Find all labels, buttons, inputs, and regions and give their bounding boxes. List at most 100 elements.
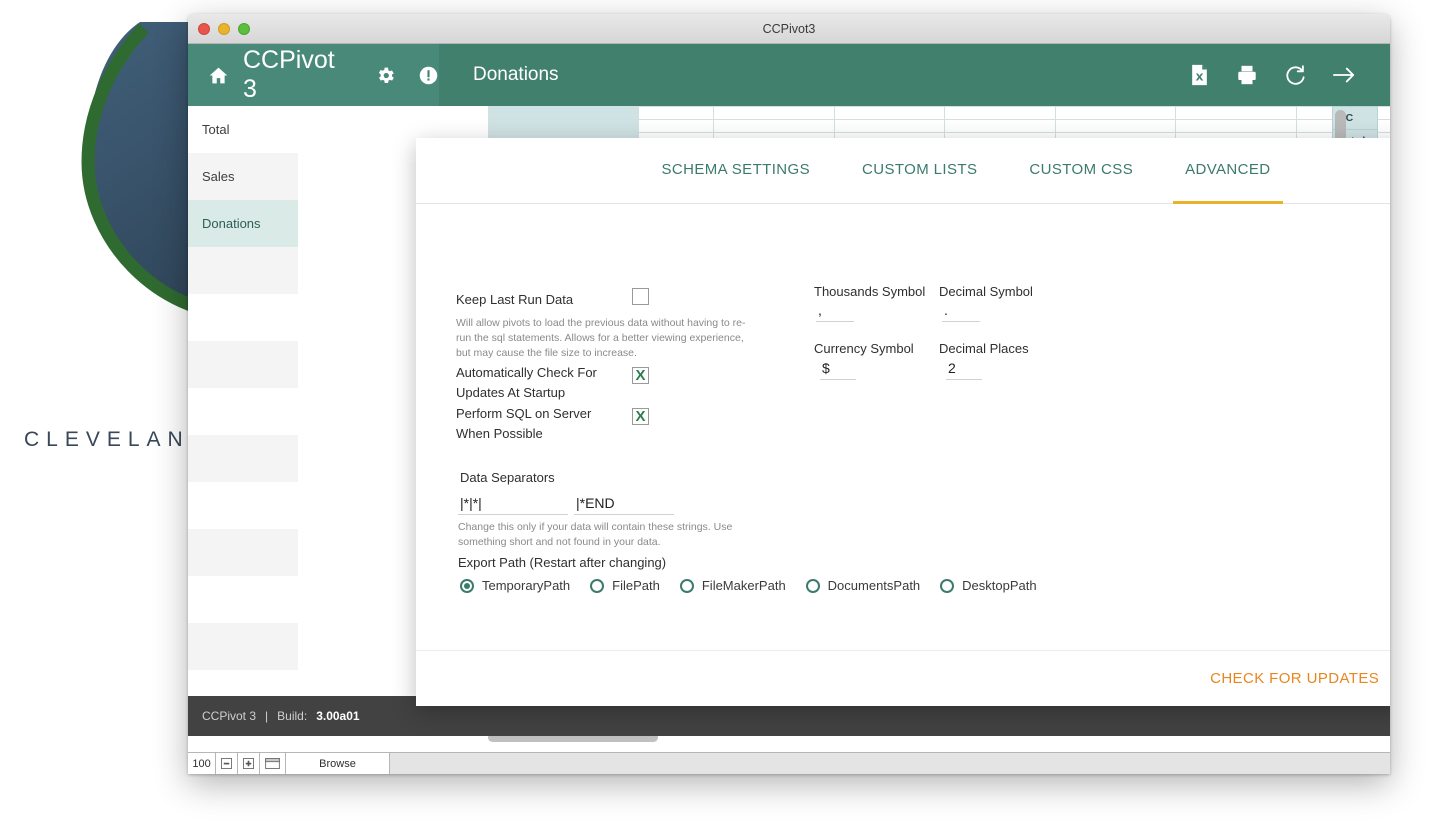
radio-label: FileMakerPath bbox=[701, 578, 786, 593]
data-separators-heading: Data Separators bbox=[460, 470, 555, 485]
gear-icon[interactable] bbox=[375, 65, 396, 86]
sidebar-item-total[interactable]: Total bbox=[188, 106, 298, 153]
export-path-heading: Export Path (Restart after changing) bbox=[458, 555, 667, 570]
layout-toggle-icon[interactable] bbox=[260, 753, 286, 774]
table-cell bbox=[713, 106, 835, 120]
tab-label: SCHEMA SETTINGS bbox=[661, 160, 810, 178]
sidebar-item-blank bbox=[188, 388, 298, 435]
radio-indicator[interactable] bbox=[460, 578, 474, 593]
data-separator-field-one[interactable] bbox=[458, 494, 568, 515]
minimize-window-button[interactable] bbox=[218, 23, 230, 35]
table-cell bbox=[713, 119, 835, 133]
sidebar-item-donations[interactable]: Donations bbox=[188, 200, 298, 247]
sidebar-item-blank bbox=[188, 529, 298, 576]
tab-schema-settings[interactable]: SCHEMA SETTINGS bbox=[635, 138, 836, 204]
table-cell bbox=[833, 119, 946, 133]
table-cell bbox=[1054, 119, 1177, 133]
filemaker-status-toolbar: 100 Browse bbox=[188, 752, 1390, 774]
keep-last-run-data-checkbox[interactable] bbox=[632, 288, 649, 305]
table-row[interactable] bbox=[488, 119, 1390, 133]
tab-advanced[interactable]: ADVANCED bbox=[1159, 138, 1296, 204]
thousands-symbol-input[interactable] bbox=[816, 301, 854, 322]
status-divider: | bbox=[265, 709, 269, 723]
table-row[interactable] bbox=[488, 106, 1390, 120]
checkbox-mark: X bbox=[635, 408, 646, 425]
tab-label: CUSTOM CSS bbox=[1029, 160, 1134, 178]
settings-tabbar: SCHEMA SETTINGS CUSTOM LISTS CUSTOM CSS … bbox=[416, 138, 1390, 204]
table-cell bbox=[637, 106, 715, 120]
data-separators-help: Change this only if your data will conta… bbox=[458, 521, 733, 549]
table-cell bbox=[1175, 119, 1297, 133]
sidebar-item-blank bbox=[188, 482, 298, 529]
auto-check-updates-label: Automatically Check For Updates At Start… bbox=[456, 365, 597, 400]
radio-indicator[interactable] bbox=[805, 578, 820, 593]
perform-sql-on-server-checkbox[interactable]: X bbox=[632, 408, 649, 425]
application-window: CCPivot3 CCPivot 3 Donations X Total Sal… bbox=[188, 14, 1390, 774]
export-path-option-filemakerpath[interactable]: FileMakerPath bbox=[679, 578, 786, 593]
table-cell bbox=[944, 119, 1056, 133]
table-cell bbox=[944, 106, 1056, 120]
export-path-option-desktoppath[interactable]: DesktopPath bbox=[940, 578, 1037, 593]
tab-label: CUSTOM LISTS bbox=[861, 160, 978, 178]
close-window-button[interactable] bbox=[198, 23, 210, 35]
sidebar-item-blank bbox=[188, 247, 298, 294]
status-app-name: CCPivot 3 bbox=[202, 709, 257, 723]
mode-indicator[interactable]: Browse bbox=[286, 753, 390, 774]
export-path-option-filepath[interactable]: FilePath bbox=[590, 578, 660, 593]
thousands-symbol-label: Thousands Symbol bbox=[814, 284, 926, 299]
tab-custom-css[interactable]: CUSTOM CSS bbox=[1003, 138, 1159, 204]
dialog-footer: CHECK FOR UPDATES CLOSE bbox=[416, 650, 1390, 706]
radio-label: DocumentsPath bbox=[827, 578, 921, 593]
row-label bbox=[488, 106, 639, 120]
excel-export-icon[interactable]: X bbox=[1189, 64, 1210, 86]
status-build-label: Build: bbox=[277, 709, 308, 723]
radio-indicator[interactable] bbox=[940, 578, 955, 593]
checkbox-mark: X bbox=[635, 367, 646, 384]
printer-icon[interactable] bbox=[1236, 64, 1258, 86]
toolbar-actions: X bbox=[1189, 64, 1390, 86]
decimal-places-label: Decimal Places bbox=[939, 341, 1029, 356]
tab-label: ADVANCED bbox=[1185, 160, 1271, 178]
app-brand-title: CCPivot 3 bbox=[243, 46, 335, 103]
traffic-light-group bbox=[198, 23, 250, 35]
sidebar-item-blank bbox=[188, 576, 298, 623]
decimal-symbol-input[interactable] bbox=[942, 301, 980, 322]
data-separator-field-two[interactable] bbox=[574, 494, 674, 515]
radio-label: DesktopPath bbox=[962, 578, 1037, 593]
radio-indicator[interactable] bbox=[590, 578, 605, 593]
page-title: Donations bbox=[473, 64, 559, 85]
decimal-symbol-label: Decimal Symbol bbox=[939, 284, 1033, 299]
settings-dialog: SCHEMA SETTINGS CUSTOM LISTS CUSTOM CSS … bbox=[416, 138, 1390, 706]
check-for-updates-button[interactable]: CHECK FOR UPDATES bbox=[1210, 670, 1379, 687]
cleveland-logo-wordmark: CLEVELAN bbox=[24, 428, 190, 451]
status-build-value: 3.00a01 bbox=[316, 709, 360, 723]
zoom-window-button[interactable] bbox=[238, 23, 250, 35]
export-path-option-documentspath[interactable]: DocumentsPath bbox=[805, 578, 921, 593]
sidebar-item-label: Total bbox=[202, 122, 230, 137]
sidebar-item-blank bbox=[188, 623, 298, 670]
exclamation-circle-icon[interactable] bbox=[418, 65, 439, 86]
sidebar-item-sales[interactable]: Sales bbox=[188, 153, 298, 200]
zoom-level-value[interactable]: 100 bbox=[188, 753, 216, 774]
radio-indicator[interactable] bbox=[679, 578, 694, 593]
export-path-radio-group: TemporaryPath FilePath FileMakerPath Doc… bbox=[460, 578, 1037, 593]
svg-text:X: X bbox=[1196, 73, 1204, 84]
tab-custom-lists[interactable]: CUSTOM LISTS bbox=[836, 138, 1003, 204]
sidebar-item-blank bbox=[188, 294, 298, 341]
home-icon[interactable] bbox=[208, 65, 229, 86]
auto-check-updates-checkbox[interactable]: X bbox=[632, 367, 649, 384]
decimal-places-input[interactable] bbox=[946, 359, 982, 380]
keep-last-run-data-label: Keep Last Run Data bbox=[456, 292, 574, 307]
arrow-right-icon[interactable] bbox=[1332, 64, 1356, 86]
refresh-icon[interactable] bbox=[1284, 64, 1306, 86]
export-path-option-temporarypath[interactable]: TemporaryPath bbox=[460, 578, 570, 593]
zoom-out-icon[interactable] bbox=[216, 753, 238, 774]
zoom-in-icon[interactable] bbox=[238, 753, 260, 774]
keep-last-run-data-help: Will allow pivots to load the previous d… bbox=[456, 317, 746, 360]
table-cell bbox=[637, 119, 715, 133]
table-cell bbox=[1054, 106, 1177, 120]
currency-symbol-input[interactable] bbox=[820, 359, 856, 380]
radio-label: FilePath bbox=[612, 578, 660, 593]
window-titlebar[interactable]: CCPivot3 bbox=[188, 14, 1390, 44]
sidebar-item-label: Sales bbox=[202, 169, 235, 184]
